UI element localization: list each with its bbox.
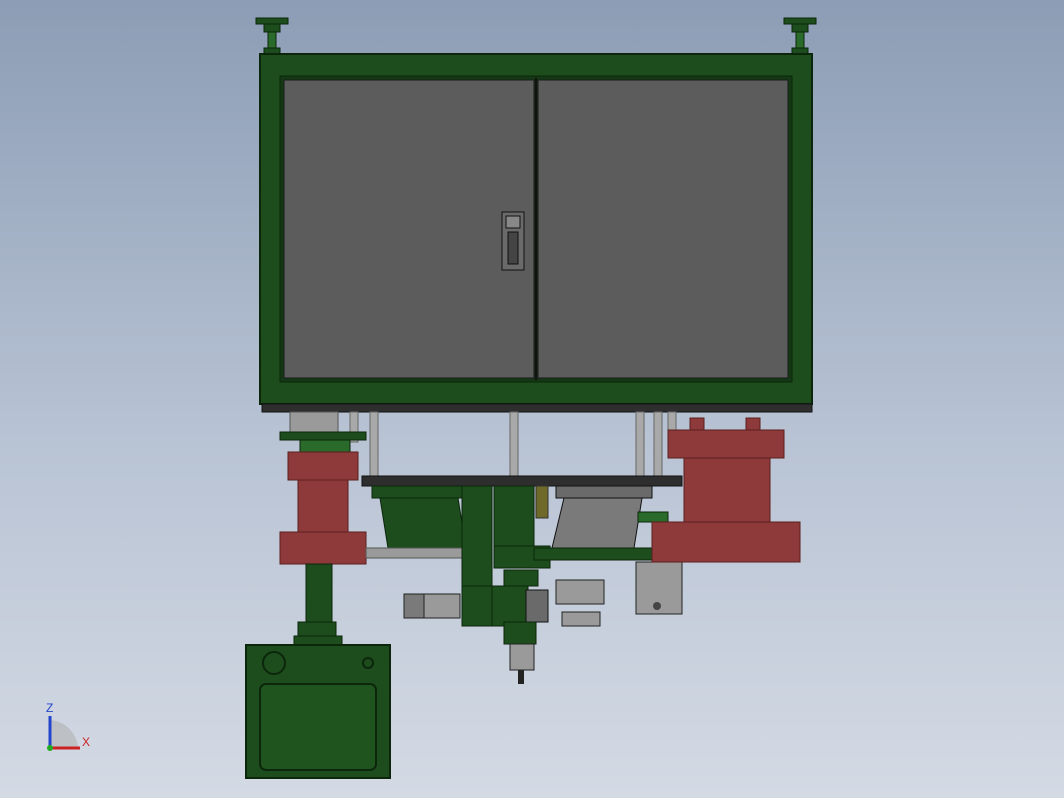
assembly-drawing [47, 17, 817, 779]
right-cylinder-assembly [651, 417, 801, 563]
cad-viewport[interactable]: Z X [0, 0, 1064, 798]
leveling-foot-left-icon [255, 17, 289, 55]
left-cylinder-assembly [279, 431, 367, 647]
door-handle-icon [501, 211, 525, 271]
coordinate-triad [47, 716, 80, 751]
z-axis-label: Z [46, 701, 54, 715]
x-axis-label: X [82, 735, 91, 749]
motor-left-icon [403, 593, 461, 619]
control-box [245, 644, 391, 779]
motor-center-icon [461, 569, 549, 684]
motor-right-icon [555, 561, 683, 627]
leveling-foot-right-icon [783, 17, 817, 55]
electrical-cabinet [259, 53, 813, 413]
